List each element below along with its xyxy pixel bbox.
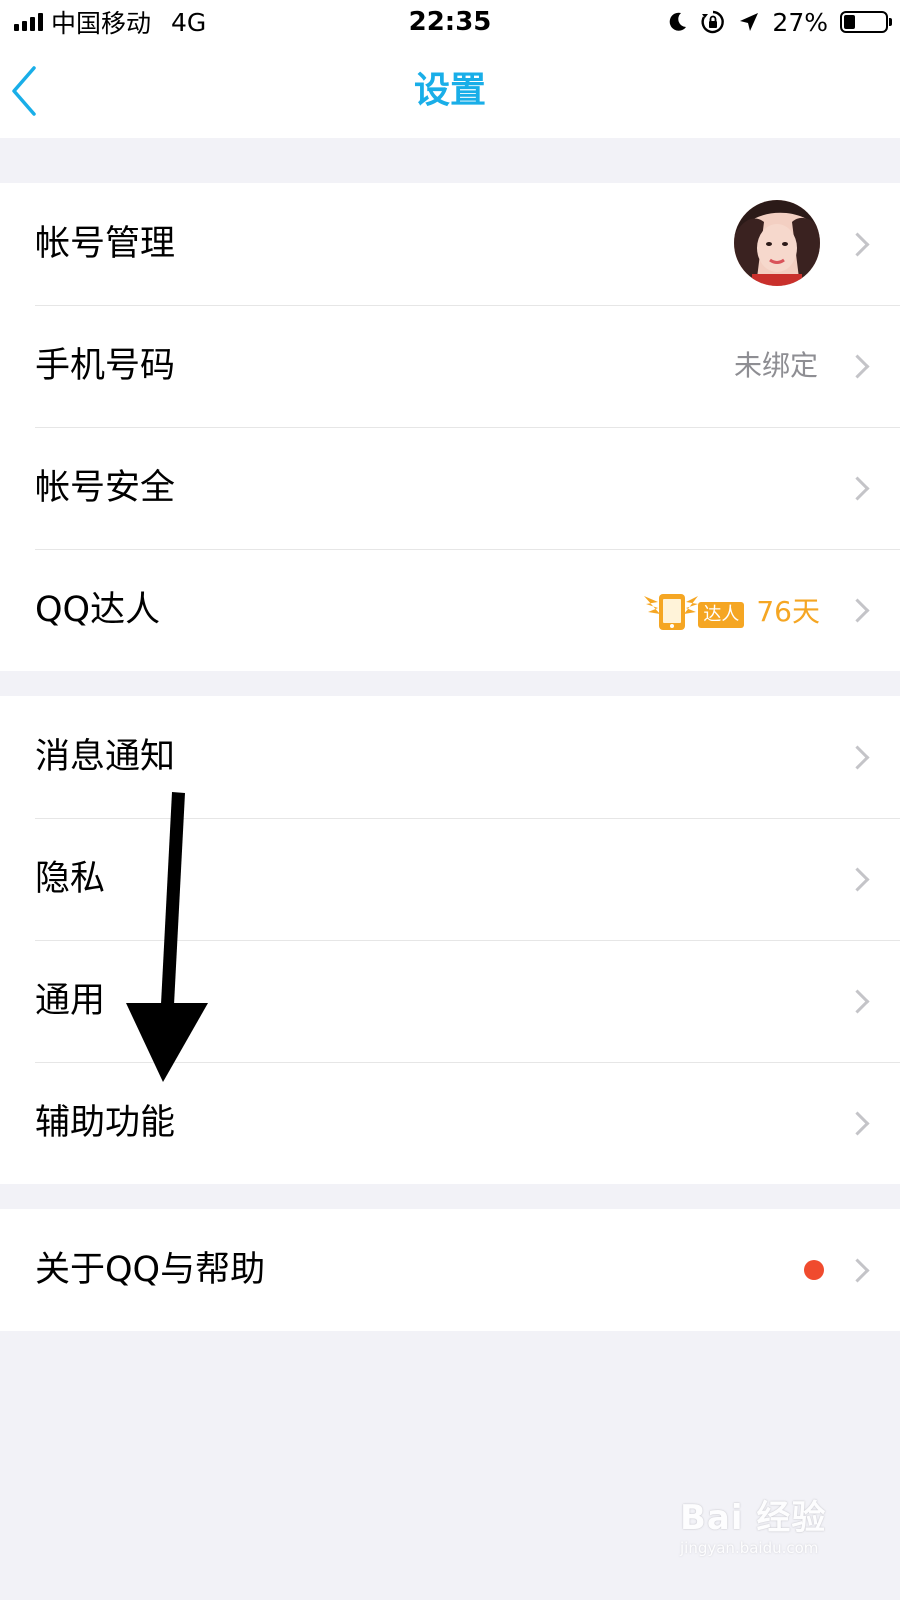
- settings-group-general: 消息通知 隐私 通用 辅助功能: [0, 696, 900, 1184]
- settings-row-privacy[interactable]: 隐私: [0, 818, 900, 940]
- row-label: 隐私: [35, 859, 106, 899]
- daren-status: 达人 76天: [642, 549, 820, 671]
- watermark-brand: Bai 经验: [680, 1498, 827, 1538]
- unread-dot: [804, 1260, 824, 1280]
- phone-binding-status: 未绑定: [733, 349, 818, 382]
- chevron-right-icon: [845, 1111, 870, 1136]
- settings-row-accessibility[interactable]: 辅助功能: [0, 1062, 900, 1184]
- settings-row-qq-daren[interactable]: QQ达人 达人 76天: [0, 549, 900, 671]
- row-label: 帐号安全: [35, 468, 176, 508]
- chevron-right-icon: [845, 989, 870, 1014]
- location-arrow-icon: [740, 13, 759, 31]
- settings-row-about-help[interactable]: 关于QQ与帮助: [0, 1209, 900, 1331]
- row-label: 关于QQ与帮助: [35, 1250, 266, 1290]
- row-label: 手机号码: [35, 346, 176, 386]
- chevron-right-icon: [845, 745, 870, 770]
- watermark-url: jingyan.baidu.com: [680, 1539, 819, 1557]
- status-right: 27%: [666, 6, 892, 38]
- settings-row-phone-number[interactable]: 手机号码 未绑定: [0, 305, 900, 427]
- page-title: 设置: [413, 70, 486, 111]
- settings-row-account-management[interactable]: 帐号管理: [0, 183, 900, 305]
- row-label: 帐号管理: [35, 224, 176, 264]
- winged-phone-icon: [644, 594, 699, 630]
- chevron-right-icon: [845, 232, 870, 257]
- chevron-right-icon: [845, 867, 870, 892]
- battery-icon: [840, 11, 892, 33]
- daren-badge: 达人: [642, 588, 746, 632]
- battery-percent: 27%: [772, 7, 828, 37]
- battery-level-fill: [844, 15, 855, 29]
- settings-row-notifications[interactable]: 消息通知: [0, 696, 900, 818]
- orientation-lock-icon: [701, 10, 725, 34]
- chevron-right-icon: [845, 476, 870, 501]
- row-label: 通用: [35, 981, 106, 1021]
- settings-group-account: 帐号管理 手机号码 未绑定 帐号安全 QQ达人 达人 76天: [0, 183, 900, 671]
- status-bar: 中国移动 4G 22:35 27%: [0, 0, 900, 44]
- row-label: QQ达人: [35, 590, 161, 630]
- moon-icon: [670, 12, 687, 31]
- settings-row-general[interactable]: 通用: [0, 940, 900, 1062]
- avatar-portrait-icon: [734, 200, 820, 286]
- chevron-right-icon: [845, 598, 870, 623]
- avatar: [734, 200, 820, 286]
- daren-label: 达人: [698, 602, 745, 628]
- row-label: 消息通知: [35, 737, 176, 777]
- settings-group-about: 关于QQ与帮助: [0, 1209, 900, 1331]
- navigation-bar: 设置: [0, 44, 900, 138]
- chevron-right-icon: [845, 1258, 870, 1283]
- chevron-right-icon: [845, 354, 870, 379]
- daren-days: 76天: [756, 595, 820, 628]
- watermark: Bai 经验 jingyan.baidu.com: [680, 1490, 880, 1580]
- settings-row-account-security[interactable]: 帐号安全: [0, 427, 900, 549]
- row-label: 辅助功能: [35, 1103, 176, 1143]
